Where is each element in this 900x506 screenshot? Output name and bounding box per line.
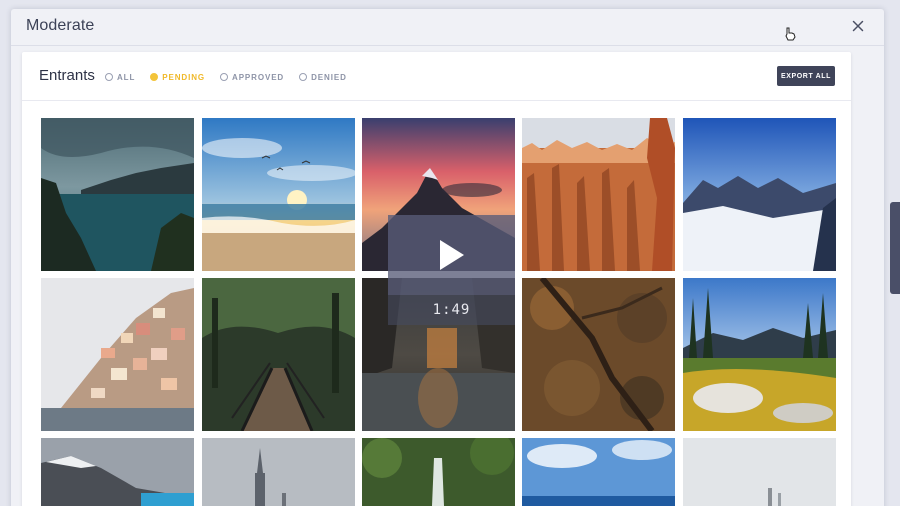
filter-denied[interactable]: DENIED bbox=[299, 71, 347, 83]
filter-approved[interactable]: APPROVED bbox=[220, 71, 284, 83]
filter-group: ALL PENDING APPROVED DENIED bbox=[105, 71, 362, 83]
filter-label: ALL bbox=[117, 72, 136, 82]
side-panel-tab[interactable] bbox=[890, 202, 900, 294]
close-icon[interactable] bbox=[850, 18, 866, 34]
filter-all[interactable]: ALL bbox=[105, 71, 135, 83]
export-all-button[interactable]: EXPORT ALL bbox=[777, 66, 835, 86]
radio-icon bbox=[105, 73, 113, 81]
entrant-tile-ocean-horizon[interactable] bbox=[522, 438, 675, 506]
entrant-tile-alpine-meadow[interactable] bbox=[683, 278, 836, 431]
entrants-header: Entrants ALL PENDING APPROVED DENIED EXP… bbox=[22, 52, 851, 101]
entrant-tile-aerial-forest[interactable] bbox=[522, 278, 675, 431]
entrant-tile-mountain-ridge[interactable] bbox=[41, 438, 194, 506]
entrant-tile-snowy-mountains[interactable] bbox=[683, 118, 836, 271]
modal-title: Moderate bbox=[26, 17, 95, 34]
radio-selected-icon bbox=[150, 73, 159, 81]
filter-label: DENIED bbox=[311, 72, 347, 82]
entrant-tile-lake-cliffs[interactable] bbox=[41, 118, 194, 271]
entrants-title: Entrants bbox=[39, 67, 95, 84]
entrant-tile-coastal-rocks[interactable] bbox=[362, 278, 515, 431]
play-button[interactable] bbox=[388, 215, 515, 295]
play-icon bbox=[439, 240, 464, 270]
filter-pending[interactable]: PENDING bbox=[150, 71, 205, 83]
filter-label: PENDING bbox=[162, 72, 206, 82]
entrant-tile-city-spire[interactable] bbox=[202, 438, 355, 506]
entrant-tile-beach-sunset[interactable] bbox=[202, 118, 355, 271]
entrant-tile-jungle-waterfall[interactable] bbox=[362, 438, 515, 506]
filter-label: APPROVED bbox=[232, 72, 285, 82]
modal-header: Moderate bbox=[11, 9, 884, 46]
entrant-tile-cliffside-village[interactable] bbox=[41, 278, 194, 431]
entrant-tile-forest-bridge[interactable] bbox=[202, 278, 355, 431]
radio-icon bbox=[220, 73, 229, 81]
entrant-tile-misty-coast[interactable] bbox=[683, 438, 836, 506]
entrant-tile-red-rock-hoodoos[interactable] bbox=[522, 118, 675, 271]
radio-icon bbox=[299, 73, 308, 81]
